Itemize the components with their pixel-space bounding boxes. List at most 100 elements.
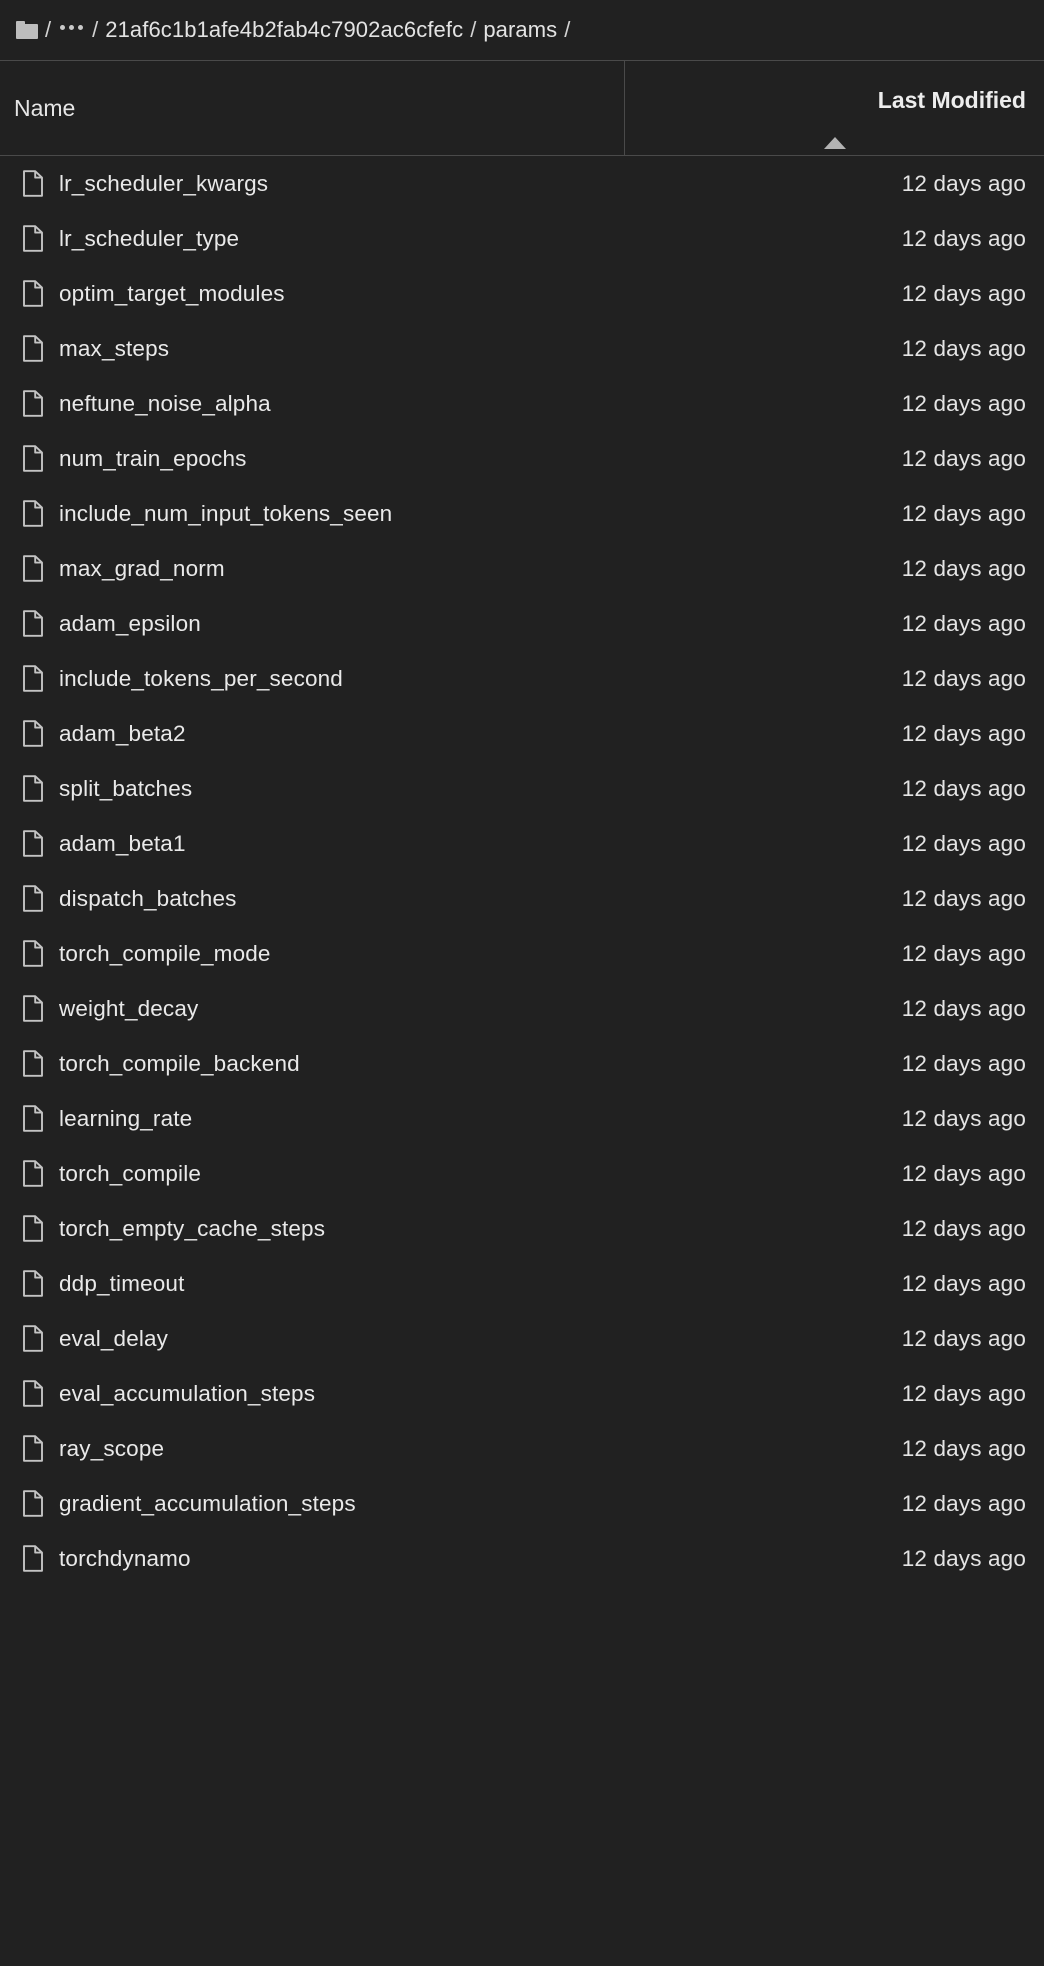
file-last-modified: 12 days ago [901, 1435, 1026, 1461]
breadcrumb-separator-0: / [45, 17, 52, 42]
table-row[interactable]: adam_beta2 12 days ago [0, 706, 1044, 761]
table-row[interactable]: ddp_timeout 12 days ago [0, 1256, 1044, 1311]
file-icon [23, 830, 43, 857]
breadcrumb-item-hash[interactable]: 21af6c1b1afe4b2fab4c7902ac6cfefc [105, 17, 463, 43]
file-last-modified: 12 days ago [901, 1490, 1026, 1516]
table-row[interactable]: optim_target_modules 12 days ago [0, 266, 1044, 321]
file-last-modified: 12 days ago [901, 1050, 1026, 1076]
file-last-modified: 12 days ago [901, 390, 1026, 416]
table-row[interactable]: weight_decay 12 days ago [0, 981, 1044, 1036]
table-row[interactable]: learning_rate 12 days ago [0, 1091, 1044, 1146]
table-row[interactable]: torch_compile 12 days ago [0, 1146, 1044, 1201]
file-icon [23, 1490, 43, 1517]
file-name: torch_compile_mode [59, 940, 271, 966]
file-name: gradient_accumulation_steps [59, 1490, 356, 1516]
table-row[interactable]: include_tokens_per_second 12 days ago [0, 651, 1044, 706]
file-icon [23, 280, 43, 307]
file-icon [23, 335, 43, 362]
file-name: dispatch_batches [59, 885, 237, 911]
table-row[interactable]: torch_compile_backend 12 days ago [0, 1036, 1044, 1091]
file-icon [23, 445, 43, 472]
table-row[interactable]: eval_delay 12 days ago [0, 1311, 1044, 1366]
table-row[interactable]: lr_scheduler_kwargs 12 days ago [0, 156, 1044, 211]
breadcrumb-separator-3: / [564, 17, 571, 42]
table-row[interactable]: eval_accumulation_steps 12 days ago [0, 1366, 1044, 1421]
caret-up-icon [823, 137, 846, 149]
file-icon [23, 170, 43, 197]
file-name: num_train_epochs [59, 445, 247, 471]
column-header-name-label: Name [14, 94, 76, 121]
table-row[interactable]: torch_compile_mode 12 days ago [0, 926, 1044, 981]
table-row[interactable]: neftune_noise_alpha 12 days ago [0, 376, 1044, 431]
file-icon [23, 1380, 43, 1407]
breadcrumb-item-params[interactable]: params [483, 17, 557, 43]
column-header-last-modified-label: Last Modified [877, 86, 1026, 113]
file-icon [23, 555, 43, 582]
table-row[interactable]: ray_scope 12 days ago [0, 1421, 1044, 1476]
table-row[interactable]: max_grad_norm 12 days ago [0, 541, 1044, 596]
file-last-modified: 12 days ago [901, 665, 1026, 691]
table-row[interactable]: adam_beta1 12 days ago [0, 816, 1044, 871]
table-row[interactable]: dispatch_batches 12 days ago [0, 871, 1044, 926]
table-row[interactable]: adam_epsilon 12 days ago [0, 596, 1044, 651]
folder-icon[interactable] [16, 21, 38, 39]
file-name: torch_compile_backend [59, 1050, 300, 1076]
table-row[interactable]: lr_scheduler_type 12 days ago [0, 211, 1044, 266]
breadcrumb: / / 21af6c1b1afe4b2fab4c7902ac6cfefc / p… [0, 0, 1044, 60]
file-icon [23, 720, 43, 747]
file-name: eval_delay [59, 1325, 169, 1351]
file-icon [23, 995, 43, 1022]
file-name: max_steps [59, 335, 170, 361]
file-name: eval_accumulation_steps [59, 1380, 316, 1406]
file-last-modified: 12 days ago [901, 1545, 1026, 1571]
file-icon [23, 665, 43, 692]
table-row[interactable]: torchdynamo 12 days ago [0, 1531, 1044, 1586]
file-name: include_tokens_per_second [59, 665, 343, 691]
file-name: ray_scope [59, 1435, 165, 1461]
file-last-modified: 12 days ago [901, 1215, 1026, 1241]
file-name: lr_scheduler_kwargs [59, 170, 269, 196]
file-last-modified: 12 days ago [901, 1105, 1026, 1131]
table-row[interactable]: split_batches 12 days ago [0, 761, 1044, 816]
table-row[interactable]: num_train_epochs 12 days ago [0, 431, 1044, 486]
file-name: torch_empty_cache_steps [59, 1215, 326, 1241]
file-last-modified: 12 days ago [901, 720, 1026, 746]
file-last-modified: 12 days ago [901, 610, 1026, 636]
file-last-modified: 12 days ago [901, 1325, 1026, 1351]
column-header-name[interactable]: Name [0, 61, 625, 155]
file-name: include_num_input_tokens_seen [59, 500, 393, 526]
file-name: weight_decay [59, 995, 199, 1021]
breadcrumb-separator-2: / [470, 17, 477, 42]
file-name: neftune_noise_alpha [59, 390, 271, 416]
file-icon [23, 225, 43, 252]
file-last-modified: 12 days ago [901, 940, 1026, 966]
file-last-modified: 12 days ago [901, 500, 1026, 526]
file-icon [23, 1325, 43, 1352]
file-last-modified: 12 days ago [901, 775, 1026, 801]
file-last-modified: 12 days ago [901, 1160, 1026, 1186]
file-name: ddp_timeout [59, 1270, 185, 1296]
file-name: torch_compile [59, 1160, 202, 1186]
file-name: learning_rate [59, 1105, 193, 1131]
file-name: split_batches [59, 775, 193, 801]
file-name: max_grad_norm [59, 555, 225, 581]
file-icon [23, 1435, 43, 1462]
column-header-last-modified[interactable]: Last Modified [625, 61, 1044, 155]
file-icon [23, 940, 43, 967]
table-row[interactable]: gradient_accumulation_steps 12 days ago [0, 1476, 1044, 1531]
file-list: lr_scheduler_kwargs 12 days ago lr_schedul… [0, 156, 1044, 1586]
breadcrumb-ellipsis[interactable] [58, 24, 85, 30]
file-last-modified: 12 days ago [901, 225, 1026, 251]
file-last-modified: 12 days ago [901, 335, 1026, 361]
table-row[interactable]: include_num_input_tokens_seen 12 days ago [0, 486, 1044, 541]
breadcrumb-separator-1: / [92, 17, 99, 42]
file-last-modified: 12 days ago [901, 1270, 1026, 1296]
file-icon [23, 1270, 43, 1297]
file-name: lr_scheduler_type [59, 225, 240, 251]
table-row[interactable]: torch_empty_cache_steps 12 days ago [0, 1201, 1044, 1256]
file-last-modified: 12 days ago [901, 170, 1026, 196]
file-icon [23, 775, 43, 802]
file-icon [23, 500, 43, 527]
table-row[interactable]: max_steps 12 days ago [0, 321, 1044, 376]
file-name: adam_epsilon [59, 610, 201, 636]
